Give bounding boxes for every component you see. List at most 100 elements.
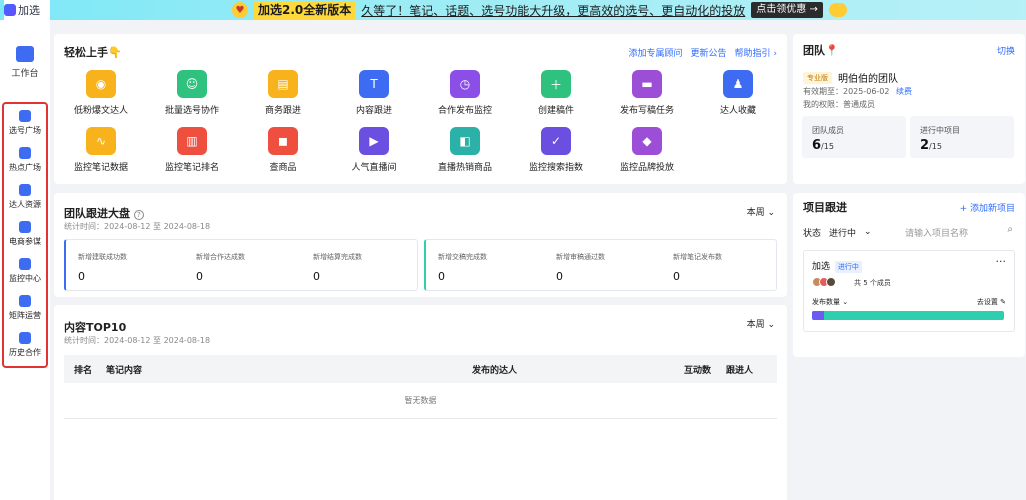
quick-tool[interactable]: ✓ 监控搜索指数: [511, 127, 601, 173]
sidebar-item-workbench[interactable]: 工作台: [4, 46, 46, 96]
workbench-icon: [16, 46, 34, 62]
quick-tool[interactable]: ＋ 创建稿件: [511, 70, 601, 116]
sidebar-item-matrix-ops[interactable]: 矩阵运营: [4, 291, 46, 327]
tool-label: 人气直播间: [351, 163, 397, 173]
help-guide-link[interactable]: 帮助指引 ›: [735, 46, 777, 59]
tracking-stat-time: 统计时间：2024-08-12 至 2024-08-18: [64, 222, 211, 231]
tool-label: 监控笔记数据: [73, 163, 128, 173]
sidebar-item-monitor-center[interactable]: 监控中心: [4, 254, 46, 290]
tool-label: 内容跟进: [355, 106, 392, 116]
tool-label: 监控搜索指数: [528, 163, 583, 173]
logo-text: 加选: [18, 4, 40, 17]
quick-tool[interactable]: ♟ 达人收藏: [693, 70, 783, 116]
tool-icon: ◉: [86, 70, 116, 98]
update-notice-link[interactable]: 更新公告: [691, 46, 727, 59]
sidebar-item-label: 选号广场: [9, 126, 41, 135]
tool-icon: T: [359, 70, 389, 98]
search-placeholder: 请输入项目名称: [905, 229, 969, 239]
search-icon[interactable]: ⌕: [1007, 224, 1013, 235]
members-label: 团队成员: [812, 126, 844, 135]
sidebar-item-ecommerce[interactable]: 电商参谋: [4, 217, 46, 253]
metric-label: 新增建联成功数: [78, 253, 127, 261]
renew-link[interactable]: 续费: [896, 87, 912, 96]
banner-headline[interactable]: 久等了！笔记、话题、选号功能大升级，更高效的选号、更自动化的投放: [361, 2, 745, 19]
status-filter[interactable]: 状态 进行中 ⌄: [803, 223, 891, 241]
top10-stat-time: 统计时间：2024-08-12 至 2024-08-18: [64, 336, 211, 345]
sidebar-item-label: 矩阵运营: [9, 311, 41, 320]
coupon-button[interactable]: 点击领优惠 →: [751, 2, 823, 18]
sidebar-item-account-square[interactable]: 选号广场: [4, 106, 46, 142]
status-label: 状态: [803, 228, 822, 239]
tool-icon: ♟: [723, 70, 753, 98]
progress-fill: [812, 311, 824, 320]
expiry-row: 有效期至：2025-06-02 续费: [803, 86, 912, 97]
tool-label: 商务跟进: [264, 106, 301, 116]
more-options-icon[interactable]: ···: [996, 255, 1007, 268]
quick-tool[interactable]: ◼ 查商品: [238, 127, 328, 173]
team-title: 团队📍: [803, 44, 839, 57]
metric: 新增建联成功数 0: [78, 252, 127, 283]
metric-label: 新增交稿完成数: [438, 253, 487, 261]
column-interactions: 互动数: [684, 366, 712, 376]
quick-tool[interactable]: ∿ 监控笔记数据: [56, 127, 146, 173]
metric-value: 0: [196, 270, 203, 283]
quick-tool[interactable]: ◧ 直播热销商品: [420, 127, 510, 173]
metric-label: 新增结算完成数: [313, 253, 362, 261]
metric-label: 新增审稿通过数: [556, 253, 605, 261]
projects-title: 项目跟进: [803, 201, 847, 214]
project-name: 加选: [812, 262, 831, 272]
sidebar-item-history[interactable]: 历史合作: [4, 328, 46, 364]
ai-icon: [19, 295, 31, 307]
metric: 新增合作达成数 0: [196, 252, 245, 283]
tool-label: 低粉爆文达人: [73, 106, 128, 116]
chevron-down-icon: ⌄: [864, 227, 872, 237]
metric-label: 新增笔记发布数: [673, 253, 722, 261]
app-logo[interactable]: 加选: [4, 0, 50, 20]
tracking-title: 团队跟进大盘 ?: [64, 205, 144, 221]
quick-start-links: 添加专属顾问 更新公告 帮助指引 ›: [629, 46, 778, 59]
tool-icon: ∿: [86, 127, 116, 155]
promo-banner[interactable]: ♥ 加选2.0全新版本 久等了！笔记、话题、选号功能大升级，更高效的选号、更自动…: [232, 0, 847, 20]
folder-icon: [19, 184, 31, 196]
add-project-button[interactable]: + 添加新项目: [960, 201, 1015, 214]
tool-icon: ✓: [541, 127, 571, 155]
quick-tool[interactable]: ▬ 发布写稿任务: [602, 70, 692, 116]
project-card[interactable]: 加选 进行中 ··· 共 5 个成员 发布数量 ⌄ 去设置 ✎: [803, 250, 1015, 332]
column-note-content: 笔记内容: [106, 366, 143, 376]
switch-team-link[interactable]: 切换: [997, 44, 1015, 57]
projects-label: 进行中项目: [920, 126, 960, 135]
quick-tool[interactable]: ◆ 监控品牌投放: [602, 127, 692, 173]
plan-badge: 专业版: [803, 71, 832, 84]
quick-tool[interactable]: T 内容跟进: [329, 70, 419, 116]
project-search-input[interactable]: 请输入项目名称 ⌕: [897, 223, 1015, 241]
sidebar-item-label: 工作台: [11, 69, 39, 79]
period-select[interactable]: 本周 ⌄: [747, 205, 775, 218]
sidebar-item-talent-resources[interactable]: 达人资源: [4, 180, 46, 216]
column-follower: 跟进人: [726, 366, 754, 376]
tool-label: 发布写稿任务: [619, 106, 674, 116]
tool-label: 查商品: [269, 163, 297, 173]
quick-tool[interactable]: ▥ 监控笔记排名: [147, 127, 237, 173]
quick-tool[interactable]: ▶ 人气直播间: [329, 127, 419, 173]
sidebar-item-label: 历史合作: [9, 348, 41, 357]
help-icon[interactable]: ?: [133, 210, 144, 220]
sidebar-item-label: 热点广场: [9, 163, 41, 172]
quick-tool[interactable]: ▤ 商务跟进: [238, 70, 328, 116]
sidebar-item-hot-square[interactable]: 热点广场: [4, 143, 46, 179]
add-advisor-link[interactable]: 添加专属顾问: [629, 46, 683, 59]
column-rank: 排名: [74, 366, 93, 376]
avatar: [826, 277, 836, 287]
settings-link[interactable]: 去设置 ✎: [977, 297, 1006, 307]
metric-label: 新增合作达成数: [196, 253, 245, 261]
period-select[interactable]: 本周 ⌄: [747, 317, 775, 330]
logo-icon: [4, 4, 16, 16]
quick-tool[interactable]: ☺ 批量选号协作: [147, 70, 237, 116]
quick-tool[interactable]: ◷ 合作发布监控: [420, 70, 510, 116]
top10-title: 内容TOP10: [64, 321, 127, 334]
metric-value: 0: [556, 270, 563, 283]
metric-select[interactable]: 发布数量 ⌄: [812, 297, 848, 307]
member-avatars: [812, 277, 836, 287]
top-banner[interactable]: 加选 ♥ 加选2.0全新版本 久等了！笔记、话题、选号功能大升级，更高效的选号、…: [0, 0, 1026, 20]
quick-tool[interactable]: ◉ 低粉爆文达人: [56, 70, 146, 116]
team-name-row: 专业版 明伯伯的团队: [803, 70, 898, 85]
